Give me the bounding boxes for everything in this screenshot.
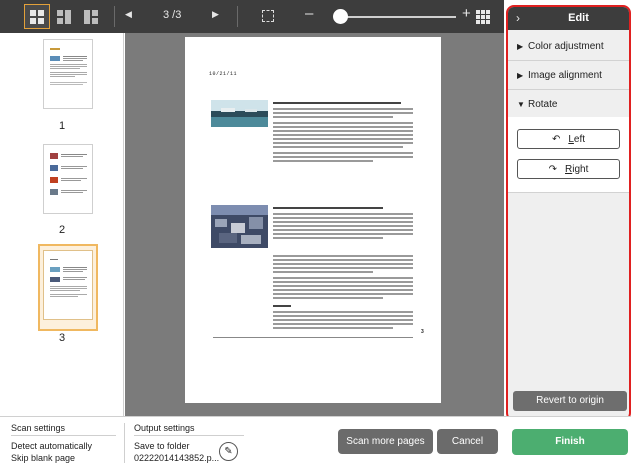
thumbnail-label: 1 [58, 120, 66, 132]
scan-setting-skip-blank: Skip blank page [11, 453, 76, 463]
scan-settings-divider [11, 435, 116, 436]
rotate-left-icon: ↶ [551, 134, 561, 145]
triangle-right-icon: ▶ [517, 71, 524, 80]
revert-to-origin-button[interactable]: Revert to origin [513, 391, 627, 411]
document-page: 10/21/11 3 [185, 37, 441, 403]
split-view-icon[interactable] [51, 4, 77, 29]
top-toolbar: ◀ 3 /3 ▶ – + [0, 0, 504, 33]
output-settings-title[interactable]: Output settings [134, 423, 195, 433]
rotate-section[interactable]: ▼ Rotate [508, 93, 629, 119]
output-setting-save-to-folder: Save to folder [134, 441, 190, 451]
output-settings-divider [134, 435, 244, 436]
triangle-down-icon: ▼ [517, 100, 525, 109]
edit-panel-header: › Edit [508, 7, 629, 30]
page-preview-area[interactable]: 10/21/11 3 [125, 33, 504, 416]
rotate-right-button[interactable]: ↷ Right [517, 159, 620, 179]
fit-page-icon[interactable] [262, 10, 274, 22]
scan-setting-detect: Detect automatically [11, 441, 93, 451]
bottom-separator [124, 423, 125, 463]
document-page-number: 3 [421, 329, 424, 335]
scan-settings-title[interactable]: Scan settings [11, 423, 65, 433]
thumbnail-page-3[interactable] [43, 250, 93, 320]
image-alignment-label: Image alignment [528, 70, 602, 81]
cancel-button[interactable]: Cancel [437, 429, 498, 454]
rotate-body: ↶ Left ↷ Right [508, 117, 629, 193]
rotate-left-button[interactable]: ↶ Left [517, 129, 620, 149]
edit-panel: › Edit ▶ Color adjustment ▶ Image alignm… [506, 5, 631, 421]
rotate-label: Rotate [528, 99, 558, 110]
output-setting-filename: 02222014143852.p... [134, 453, 220, 463]
bottom-bar: Scan settings Detect automatically Skip … [0, 416, 631, 464]
document-date: 10/21/11 [209, 71, 238, 77]
triangle-right-icon: ▶ [517, 42, 524, 51]
document-footer-rule [213, 337, 413, 338]
rotate-right-icon: ↷ [548, 164, 558, 175]
document-photo-harbor [211, 100, 268, 127]
double-view-icon[interactable] [78, 4, 104, 29]
next-page-icon[interactable]: ▶ [212, 9, 219, 20]
grid-view-icon[interactable] [24, 4, 50, 29]
prev-page-icon[interactable]: ◀ [125, 9, 132, 20]
thumbnail-grid-icon[interactable] [476, 10, 490, 27]
zoom-in-icon[interactable]: + [462, 5, 471, 22]
document-photo-city [211, 205, 268, 248]
edit-output-button[interactable]: ✎ [219, 442, 238, 461]
image-alignment-section[interactable]: ▶ Image alignment [508, 64, 629, 90]
toolbar-separator [114, 6, 115, 27]
pencil-icon: ✎ [224, 446, 233, 457]
zoom-slider-track[interactable] [338, 16, 456, 18]
finish-button[interactable]: Finish [512, 429, 628, 455]
edit-panel-title: Edit [568, 12, 589, 24]
thumbnail-label: 2 [58, 224, 66, 236]
thumbnail-label: 3 [58, 332, 66, 344]
rotate-right-label: ight [572, 164, 589, 175]
scan-more-pages-button[interactable]: Scan more pages [338, 429, 433, 454]
rotate-left-label: eft [573, 134, 586, 145]
thumbnail-panel: 1 2 3 [0, 33, 124, 416]
page-indicator: 3 /3 [163, 9, 182, 21]
thumbnail-page-2[interactable] [43, 144, 93, 214]
color-adjustment-section[interactable]: ▶ Color adjustment [508, 35, 629, 61]
zoom-slider-handle[interactable] [333, 9, 348, 24]
thumbnail-page-1[interactable] [43, 39, 93, 109]
color-adjustment-label: Color adjustment [528, 41, 604, 52]
toolbar-separator [237, 6, 238, 27]
zoom-out-icon[interactable]: – [305, 5, 313, 22]
